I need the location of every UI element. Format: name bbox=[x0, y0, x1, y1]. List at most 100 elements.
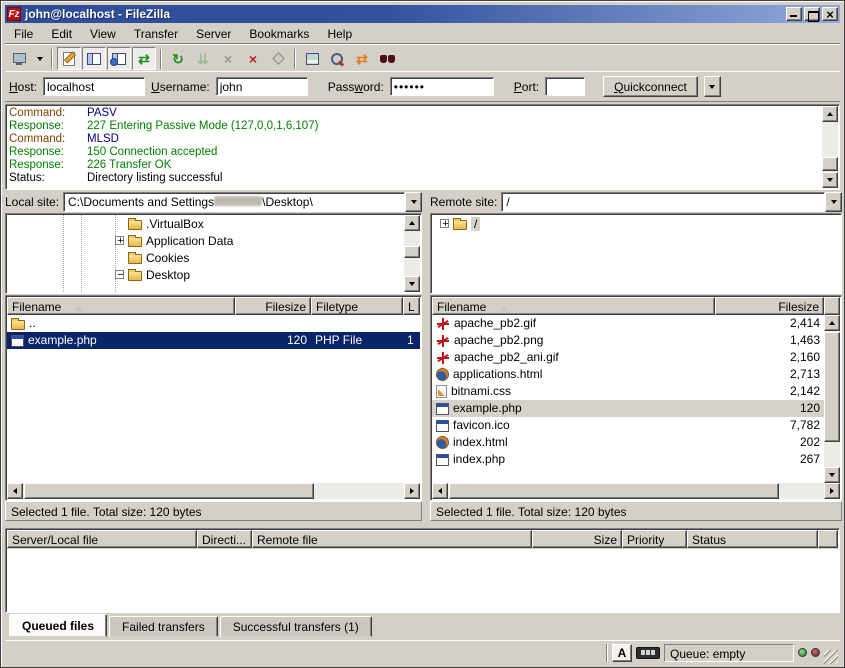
remote-tree-body[interactable]: / bbox=[432, 215, 840, 292]
app-icon[interactable]: Fz bbox=[7, 7, 21, 21]
column-header-filetype[interactable]: Filetype bbox=[311, 297, 403, 315]
scroll-up-button[interactable] bbox=[404, 215, 420, 231]
tree-item-desktop[interactable]: Desktop bbox=[7, 266, 404, 283]
remote-site-dropdown-button[interactable] bbox=[825, 192, 842, 212]
remote-list-hscrollbar[interactable] bbox=[432, 483, 840, 499]
column-header-priority[interactable]: Priority bbox=[622, 530, 687, 548]
scroll-up-button[interactable] bbox=[824, 315, 840, 331]
column-header-filename[interactable]: Filename bbox=[7, 297, 235, 315]
site-manager-dropdown-button[interactable] bbox=[32, 47, 47, 70]
scrollbar-thumb[interactable] bbox=[404, 246, 420, 258]
toggle-local-tree-button[interactable] bbox=[82, 47, 106, 70]
menu-transfer[interactable]: Transfer bbox=[125, 26, 187, 42]
remote-site-combobox[interactable]: / bbox=[501, 192, 842, 212]
cancel-operation-button[interactable]: × bbox=[216, 47, 240, 70]
expand-icon[interactable] bbox=[440, 219, 449, 228]
scroll-up-button[interactable] bbox=[822, 106, 838, 122]
parent-directory-row[interactable]: .. bbox=[7, 315, 420, 332]
log-scrollbar[interactable] bbox=[822, 106, 838, 188]
menu-view[interactable]: View bbox=[81, 26, 125, 42]
disconnect-button[interactable]: × bbox=[241, 47, 265, 70]
file-row[interactable]: index.php 267 bbox=[432, 451, 824, 468]
remote-site-path[interactable]: / bbox=[501, 192, 825, 212]
tree-item-application-data[interactable]: Application Data bbox=[7, 232, 404, 249]
file-row[interactable]: index.html 202 bbox=[432, 434, 824, 451]
expand-icon[interactable] bbox=[115, 236, 124, 245]
column-header-last-modified[interactable]: L bbox=[403, 297, 420, 315]
column-header-filesize[interactable]: Filesize bbox=[235, 297, 311, 315]
username-input[interactable] bbox=[216, 77, 308, 96]
toggle-remote-tree-button[interactable] bbox=[107, 47, 131, 70]
column-header-remote-file[interactable]: Remote file bbox=[252, 530, 532, 548]
local-site-path[interactable]: C:\Documents and Settings\Desktop\ bbox=[63, 192, 405, 212]
column-header-stub bbox=[818, 530, 838, 548]
menu-server[interactable]: Server bbox=[187, 26, 240, 42]
minimize-button[interactable] bbox=[786, 7, 802, 21]
site-manager-button[interactable] bbox=[7, 47, 31, 70]
speed-limits-icon[interactable] bbox=[636, 647, 660, 659]
tab-queued-files[interactable]: Queued files bbox=[9, 614, 107, 637]
remote-list-scrollbar[interactable] bbox=[824, 315, 840, 483]
password-input[interactable] bbox=[390, 77, 494, 96]
scroll-down-button[interactable] bbox=[404, 276, 420, 292]
scrollbar-thumb[interactable] bbox=[24, 483, 314, 499]
quickconnect-dropdown-button[interactable] bbox=[704, 76, 721, 97]
tree-item-virtualbox[interactable]: .VirtualBox bbox=[7, 215, 404, 232]
local-site-combobox[interactable]: C:\Documents and Settings\Desktop\ bbox=[63, 192, 422, 212]
scrollbar-thumb[interactable] bbox=[449, 483, 779, 499]
local-tree-body[interactable]: .VirtualBox Application Data Cookies Des… bbox=[7, 215, 404, 292]
reconnect-button[interactable] bbox=[266, 47, 290, 70]
column-header-status[interactable]: Status bbox=[687, 530, 818, 548]
quickconnect-button[interactable]: Quickconnect bbox=[603, 76, 698, 97]
local-site-dropdown-button[interactable] bbox=[405, 192, 422, 212]
scroll-down-button[interactable] bbox=[822, 172, 838, 188]
tree-item-root[interactable]: / bbox=[432, 215, 840, 232]
menu-file[interactable]: File bbox=[5, 26, 42, 42]
queue-body[interactable] bbox=[7, 549, 838, 611]
file-row[interactable]: apache_pb2_ani.gif 2,160 bbox=[432, 349, 824, 366]
title-bar[interactable]: Fz john@localhost - FileZilla bbox=[5, 5, 840, 23]
menu-bookmarks[interactable]: Bookmarks bbox=[240, 26, 318, 42]
scroll-right-button[interactable] bbox=[824, 483, 840, 499]
file-row[interactable]: apache_pb2.png 1,463 bbox=[432, 332, 824, 349]
toggle-message-log-button[interactable] bbox=[57, 47, 81, 70]
file-row-selected[interactable]: example.php 120 bbox=[432, 400, 824, 417]
file-row[interactable]: favicon.ico 7,782 bbox=[432, 417, 824, 434]
column-header-direction[interactable]: Directi... bbox=[197, 530, 252, 548]
collapse-icon[interactable] bbox=[115, 270, 124, 279]
refresh-button[interactable]: ↻ bbox=[166, 47, 190, 70]
menu-edit[interactable]: Edit bbox=[42, 26, 81, 42]
file-row[interactable]: apache_pb2.gif 2,414 bbox=[432, 315, 824, 332]
scroll-left-button[interactable] bbox=[7, 483, 23, 499]
scrollbar-thumb[interactable] bbox=[822, 157, 838, 171]
close-button[interactable] bbox=[822, 7, 838, 21]
scrollbar-thumb[interactable] bbox=[824, 332, 840, 442]
local-list-hscrollbar[interactable] bbox=[7, 483, 420, 499]
process-queue-button[interactable]: ⇊ bbox=[191, 47, 215, 70]
file-row-selected[interactable]: example.php 120 PHP File 1 bbox=[7, 332, 420, 349]
directory-comparison-button[interactable] bbox=[300, 47, 324, 70]
local-tree-scrollbar[interactable] bbox=[404, 215, 420, 292]
column-header-filesize[interactable]: Filesize bbox=[715, 297, 824, 315]
column-header-local-file[interactable]: Server/Local file bbox=[7, 530, 197, 548]
tab-failed-transfers[interactable]: Failed transfers bbox=[109, 616, 218, 637]
data-type-indicator-icon[interactable]: A bbox=[612, 644, 632, 662]
resize-grip[interactable] bbox=[824, 650, 838, 664]
file-row[interactable]: applications.html 2,713 bbox=[432, 366, 824, 383]
synchronized-browsing-button[interactable]: ⇄ bbox=[350, 47, 374, 70]
host-input[interactable] bbox=[43, 77, 145, 96]
menu-help[interactable]: Help bbox=[318, 26, 361, 42]
file-row[interactable]: bitnami.css 2,142 bbox=[432, 383, 824, 400]
scroll-down-button[interactable] bbox=[824, 467, 840, 483]
scroll-right-button[interactable] bbox=[404, 483, 420, 499]
column-header-filename[interactable]: Filename bbox=[432, 297, 715, 315]
tree-item-cookies[interactable]: Cookies bbox=[7, 249, 404, 266]
maximize-button[interactable] bbox=[804, 7, 820, 21]
scroll-left-button[interactable] bbox=[432, 483, 448, 499]
filter-button[interactable] bbox=[375, 47, 399, 70]
toggle-transfer-queue-button[interactable]: ⇄ bbox=[132, 47, 156, 70]
find-files-button[interactable] bbox=[325, 47, 349, 70]
port-input[interactable] bbox=[545, 77, 585, 96]
column-header-size[interactable]: Size bbox=[532, 530, 622, 548]
tab-successful-transfers[interactable]: Successful transfers (1) bbox=[220, 616, 372, 637]
